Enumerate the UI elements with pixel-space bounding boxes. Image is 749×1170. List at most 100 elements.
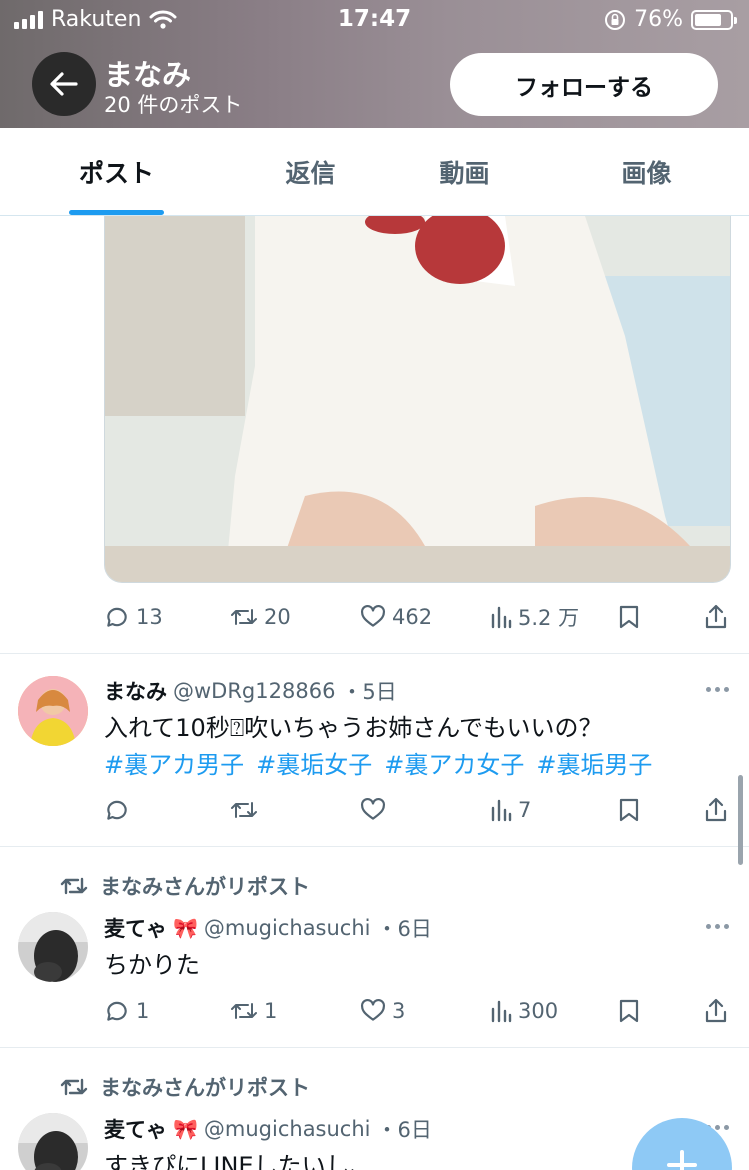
battery-percent: 76% <box>634 7 683 32</box>
author-name[interactable]: 麦てゃ <box>104 913 167 943</box>
post-text: すきぴにLINEしたいし、 <box>104 1152 374 1170</box>
share-icon <box>705 797 727 822</box>
heart-icon <box>361 797 385 820</box>
share-button[interactable] <box>704 993 728 1029</box>
like-count: 462 <box>392 605 433 629</box>
post-time: ・6日 <box>376 1118 432 1142</box>
reply-button[interactable]: 1 <box>104 993 149 1029</box>
post-time: ・5日 <box>341 680 397 704</box>
views-count: 300 <box>518 999 559 1023</box>
bookmark-icon <box>619 798 639 822</box>
views-button[interactable]: 7 <box>490 792 531 828</box>
reply-icon <box>107 607 127 627</box>
avatar[interactable] <box>18 676 88 746</box>
orientation-lock-icon <box>605 9 626 30</box>
hashtag-link[interactable]: #裏垢男子 <box>536 745 652 780</box>
repost-button[interactable]: 1 <box>230 993 277 1029</box>
post-text: ちかりた <box>104 951 200 979</box>
follow-button[interactable]: フォローする <box>450 53 718 116</box>
repost-indicator: まなみさんがリポスト <box>60 1072 310 1102</box>
like-button[interactable] <box>360 792 392 828</box>
scrollbar[interactable] <box>738 775 743 865</box>
repost-icon <box>231 609 257 625</box>
hashtag-link[interactable]: #裏アカ女子 <box>384 745 524 780</box>
battery-icon <box>691 9 737 30</box>
reply-button[interactable]: 13 <box>104 599 163 635</box>
post-divider <box>0 846 749 847</box>
post-count: 20 件のポスト <box>104 93 243 117</box>
status-right: 76% <box>604 7 737 32</box>
reply-button[interactable] <box>104 792 136 828</box>
post-text: 入れて10秒⍰吹いちゃうお姉さんでもいいの？ <box>104 714 603 742</box>
repost-icon <box>60 877 88 895</box>
tab-posts[interactable]: ポスト <box>44 128 189 216</box>
avatar-image <box>18 1113 88 1170</box>
author-name[interactable]: まなみ <box>104 676 167 706</box>
status-bar: Rakuten 17:47 76% <box>0 0 749 40</box>
avatar-image <box>18 676 88 746</box>
hashtag-link[interactable]: #裏垢女子 <box>256 745 372 780</box>
more-options-button[interactable] <box>706 924 729 929</box>
tab-images[interactable]: 画像 <box>574 128 719 216</box>
more-options-button[interactable] <box>706 687 729 692</box>
repost-by-label[interactable]: まなみさんがリポスト <box>100 1072 310 1102</box>
repost-button[interactable]: 20 <box>230 599 291 635</box>
bookmark-button[interactable] <box>618 993 640 1029</box>
repost-button[interactable] <box>230 792 264 828</box>
post-divider <box>0 653 749 654</box>
author-name[interactable]: 麦てゃ <box>104 1114 167 1144</box>
profile-name: まなみ <box>104 58 192 92</box>
repost-by-label[interactable]: まなみさんがリポスト <box>100 871 310 901</box>
views-count: 5.2 万 <box>518 606 580 630</box>
post-hashtags: #裏アカ男子 #裏垢女子 #裏アカ女子 #裏垢男子 <box>104 745 652 780</box>
hashtag-link[interactable]: #裏アカ男子 <box>104 745 244 780</box>
share-button[interactable] <box>704 599 728 635</box>
like-button[interactable]: 462 <box>360 599 432 635</box>
back-arrow-icon <box>50 72 78 96</box>
back-button[interactable] <box>32 52 96 116</box>
bookmark-icon <box>619 605 639 629</box>
post-media-image[interactable] <box>104 216 731 583</box>
views-button[interactable]: 300 <box>490 993 558 1029</box>
post-header: 麦てゃ 🎀 @mugichasuchi ・6日 <box>104 1114 432 1144</box>
tab-videos[interactable]: 動画 <box>392 128 537 216</box>
post-actions: 7 <box>104 792 731 828</box>
post-time: ・6日 <box>376 917 432 941</box>
views-count: 7 <box>518 798 532 822</box>
share-icon <box>705 604 727 629</box>
author-handle[interactable]: @mugichasuchi <box>204 1117 371 1141</box>
heart-icon <box>361 998 385 1021</box>
share-icon <box>705 998 727 1023</box>
photo-placeholder <box>105 216 730 582</box>
repost-icon <box>231 802 257 818</box>
views-button[interactable]: 5.2 万 <box>490 599 579 635</box>
share-button[interactable] <box>704 792 728 828</box>
post-actions: 1 1 3 300 <box>104 993 731 1029</box>
ribbon-emoji-icon: 🎀 <box>173 1117 198 1141</box>
reply-icon <box>107 1001 127 1021</box>
post-header: 麦てゃ 🎀 @mugichasuchi ・6日 <box>104 913 432 943</box>
bookmark-button[interactable] <box>618 599 640 635</box>
plus-icon <box>667 1150 697 1170</box>
tab-replies[interactable]: 返信 <box>238 128 383 216</box>
repost-icon <box>231 1003 257 1019</box>
profile-tabs: ポスト 返信 動画 画像 <box>0 128 749 216</box>
post-divider <box>0 1047 749 1048</box>
like-button[interactable]: 3 <box>360 993 405 1029</box>
like-count: 3 <box>392 999 406 1023</box>
heart-icon <box>361 604 385 627</box>
ribbon-emoji-icon: 🎀 <box>173 916 198 940</box>
active-tab-indicator <box>69 210 164 215</box>
media-post-actions: 13 20 462 5.2 万 <box>104 599 731 635</box>
avatar[interactable] <box>18 1113 88 1170</box>
repost-count: 20 <box>264 605 291 629</box>
bookmark-button[interactable] <box>618 792 640 828</box>
reply-count: 13 <box>136 605 163 629</box>
reply-count: 1 <box>136 999 150 1023</box>
author-handle[interactable]: @mugichasuchi <box>204 916 371 940</box>
repost-indicator: まなみさんがリポスト <box>60 871 310 901</box>
reply-icon <box>107 800 127 820</box>
author-handle[interactable]: @wDRg128866 <box>173 679 335 703</box>
bookmark-icon <box>619 999 639 1023</box>
avatar[interactable] <box>18 912 88 982</box>
